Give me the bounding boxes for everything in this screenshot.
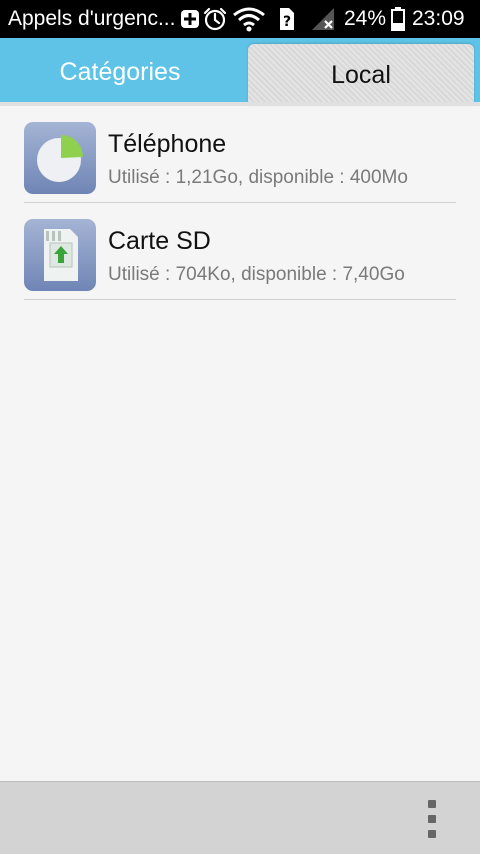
storage-usage: Utilisé : 704Ko, disponible : 7,40Go <box>108 264 405 285</box>
signal-no-service-icon <box>312 8 334 30</box>
storage-list: Téléphone Utilisé : 1,21Go, disponible :… <box>0 106 480 300</box>
battery-percent: 24% <box>344 7 387 30</box>
divider <box>24 299 456 300</box>
notification-text: Appels d'urgenc... <box>8 7 176 30</box>
phone-storage-pie-icon <box>24 122 96 194</box>
storage-item-sd-card[interactable]: Carte SD Utilisé : 704Ko, disponible : 7… <box>0 203 480 300</box>
sd-card-icon <box>24 219 96 291</box>
bottom-action-bar <box>0 781 480 854</box>
storage-item-phone[interactable]: Téléphone Utilisé : 1,21Go, disponible :… <box>0 106 480 203</box>
tab-bar: Catégories Local <box>0 38 480 106</box>
storage-title: Téléphone <box>108 130 227 158</box>
sim-unknown-icon: ? <box>280 8 294 30</box>
menu-dot <box>428 800 436 808</box>
storage-usage: Utilisé : 1,21Go, disponible : 400Mo <box>108 167 408 188</box>
add-box-icon <box>181 10 199 28</box>
tab-label: Catégories <box>59 57 181 86</box>
wifi-icon <box>233 7 265 32</box>
status-bar: Appels d'urgenc... ? 24% 23:09 <box>0 0 480 38</box>
battery-icon <box>391 7 405 31</box>
clock: 23:09 <box>412 7 465 30</box>
svg-text:?: ? <box>283 14 291 30</box>
overflow-menu-icon[interactable] <box>420 800 444 838</box>
menu-dot <box>428 830 436 838</box>
tab-label: Local <box>331 60 391 89</box>
menu-dot <box>428 815 436 823</box>
alarm-icon <box>203 7 227 31</box>
tab-categories[interactable]: Catégories <box>0 38 240 106</box>
tab-local[interactable]: Local <box>248 44 474 106</box>
storage-title: Carte SD <box>108 227 211 255</box>
